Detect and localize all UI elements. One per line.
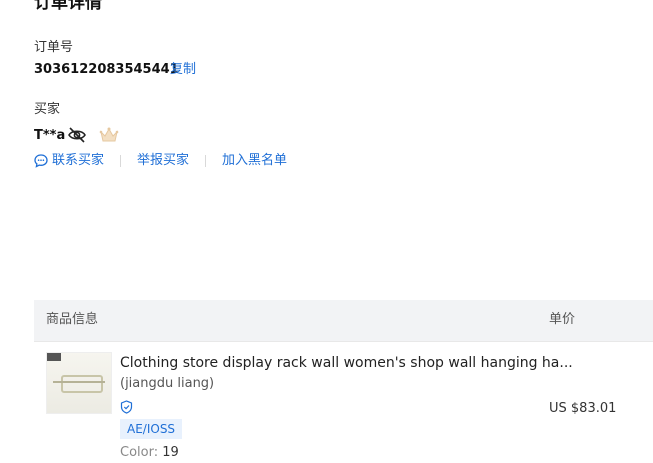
divider — [205, 155, 207, 167]
buyer-actions: 联系买家 举报买家 加入黑名单 — [34, 153, 287, 169]
product-color: Color: 19 — [120, 445, 179, 461]
product-table: 商品信息 单价 Clothing store display rack wall… — [34, 300, 653, 463]
table-header: 商品信息 单价 — [34, 300, 653, 342]
product-thumbnail[interactable] — [46, 352, 112, 414]
blacklist-buyer-link[interactable]: 加入黑名单 — [222, 153, 287, 169]
product-title-link[interactable]: Clothing store display rack wall women's… — [120, 354, 573, 372]
divider — [120, 155, 122, 167]
thumbnail-bar-shape — [53, 381, 105, 383]
buyer-name: T**a — [34, 128, 66, 143]
crown-icon — [99, 127, 119, 142]
eye-off-icon[interactable] — [67, 126, 87, 144]
order-number-label: 订单号 — [34, 40, 74, 55]
order-detail-page: 订单详情 订单号 3036122083545441 复制 买家 T**a 联系买… — [0, 0, 653, 463]
buyer-label: 买家 — [34, 102, 61, 117]
product-unit-price: US $83.01 — [549, 401, 617, 416]
tax-tag-badge: AE/IOSS — [120, 419, 183, 439]
contact-buyer-link[interactable]: 联系买家 — [34, 153, 104, 169]
order-number: 3036122083545441 — [34, 62, 179, 77]
column-header-product: 商品信息 — [46, 312, 99, 327]
copy-order-number-button[interactable]: 复制 — [170, 62, 196, 78]
thumbnail-rack-shape — [61, 375, 103, 393]
product-color-value: 19 — [162, 445, 179, 460]
contact-buyer-label: 联系买家 — [52, 153, 105, 168]
chat-icon — [34, 154, 48, 168]
product-color-key: Color: — [120, 445, 159, 460]
report-buyer-link[interactable]: 举报买家 — [137, 153, 189, 169]
product-seller: (jiangdu liang) — [120, 376, 215, 391]
shield-check-icon — [120, 400, 133, 414]
thumbnail-label-mark — [47, 353, 61, 361]
column-header-price: 单价 — [549, 312, 576, 327]
page-title: 订单详情 — [34, 0, 102, 13]
